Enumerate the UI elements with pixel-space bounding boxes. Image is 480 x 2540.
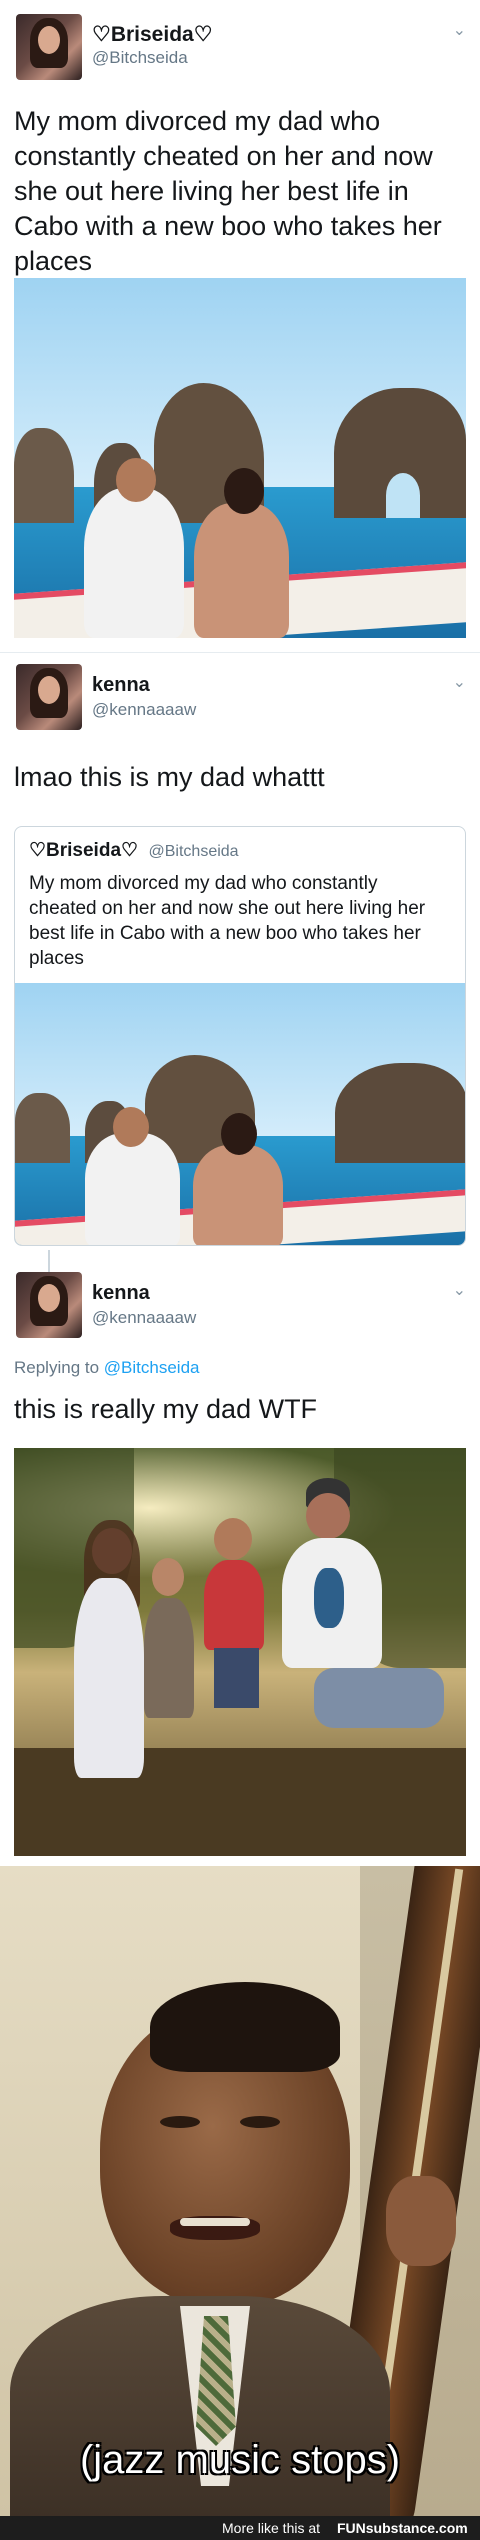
quoted-cabo-photo [15, 983, 465, 1245]
footer-text: More like this at [222, 2520, 321, 2536]
chevron-down-icon[interactable]: ⌄ [453, 20, 466, 40]
avatar[interactable] [16, 664, 82, 730]
avatar[interactable] [16, 1272, 82, 1338]
tweet-text: My mom divorced my dad who constantly ch… [14, 106, 442, 276]
quoted-name: ♡Briseida♡ [29, 840, 139, 861]
tweet-reply: kenna @kennaaaaw ⌄ Replying to @Bitchsei… [0, 1268, 480, 1864]
replying-to-link[interactable]: @Bitchseida [104, 1358, 200, 1377]
avatar[interactable] [16, 14, 82, 80]
display-name[interactable]: kenna [92, 1282, 150, 1305]
tweet-text: this is really my dad WTF [14, 1394, 318, 1424]
tweet-original: ♡Briseida♡ @Bitchseida ⌄ My mom divorced… [0, 0, 480, 650]
tweet-quote-reply: kenna @kennaaaaw ⌄ lmao this is my dad w… [0, 654, 480, 1254]
replying-to: Replying to @Bitchseida [14, 1358, 200, 1377]
quoted-tweet-card[interactable]: ♡Briseida♡ @Bitchseida My mom divorced m… [14, 826, 466, 1246]
family-photo[interactable] [14, 1448, 466, 1856]
user-handle[interactable]: @kennaaaaw [92, 1308, 196, 1328]
meme-caption: (jazz music stops) [79, 2438, 401, 2482]
divider [0, 652, 480, 653]
quoted-handle: @Bitchseida [148, 843, 239, 860]
chevron-down-icon[interactable]: ⌄ [453, 672, 466, 692]
user-handle[interactable]: @kennaaaaw [92, 700, 196, 720]
site-footer: More like this at FUNsubstance.com [0, 2516, 480, 2540]
quoted-text: My mom divorced my dad who constantly ch… [29, 873, 426, 969]
chevron-down-icon[interactable]: ⌄ [453, 1280, 466, 1300]
cabo-photo[interactable] [14, 278, 466, 638]
jazz-meme-panel: (jazz music stops) [0, 1866, 480, 2516]
user-handle[interactable]: @Bitchseida [92, 48, 188, 68]
footer-brand-link[interactable]: FUNsubstance.com [337, 2520, 468, 2536]
tweet-text: lmao this is my dad whattt [14, 762, 325, 792]
display-name[interactable]: ♡Briseida♡ [92, 22, 213, 47]
display-name[interactable]: kenna [92, 674, 150, 697]
